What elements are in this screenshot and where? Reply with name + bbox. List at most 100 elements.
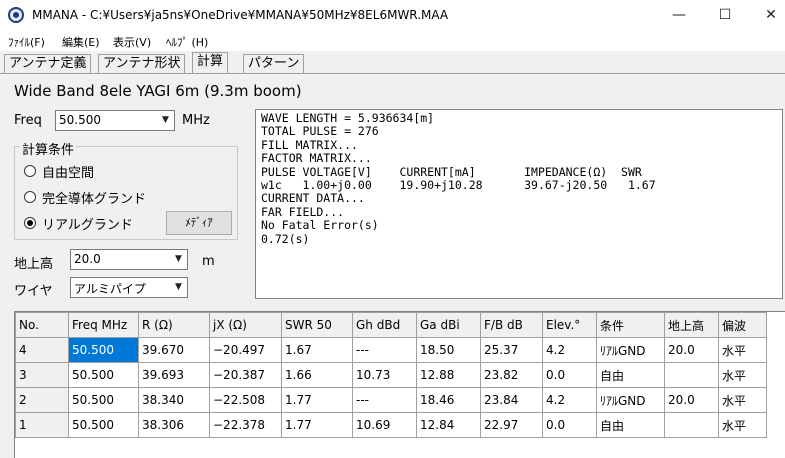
freq-unit: MHz: [182, 113, 210, 128]
table-cell[interactable]: 10.73: [352, 362, 417, 388]
menu-edit[interactable]: 編集(E): [62, 34, 100, 50]
menu-file[interactable]: ﾌｧｲﾙ(F): [8, 34, 45, 50]
column-header[interactable]: F/B dB: [480, 312, 543, 338]
table-cell[interactable]: 2: [15, 387, 69, 413]
table-cell[interactable]: 4.2: [542, 387, 597, 413]
table-cell[interactable]: 自由: [596, 412, 665, 438]
table-cell[interactable]: 23.84: [480, 387, 543, 413]
column-header[interactable]: Elev.°: [542, 312, 597, 338]
menu-help[interactable]: ﾍﾙﾌﾟ (H): [166, 34, 208, 50]
table-cell[interactable]: 18.46: [416, 387, 481, 413]
table-cell[interactable]: [664, 412, 719, 438]
table-cell[interactable]: 39.670: [138, 337, 210, 363]
column-header[interactable]: R (Ω): [138, 312, 210, 338]
chevron-down-icon[interactable]: ▼: [170, 250, 187, 269]
table-cell[interactable]: 水平: [718, 412, 767, 438]
table-cell[interactable]: 23.82: [480, 362, 543, 388]
radio-real-ground-label[interactable]: リアルグランド: [42, 214, 133, 233]
radio-free-space[interactable]: [24, 165, 36, 177]
output-line: WAVE LENGTH = 5.936634[m]: [261, 111, 435, 125]
table-cell[interactable]: 20.0: [664, 387, 719, 413]
height-label: 地上高: [14, 257, 54, 272]
table-cell[interactable]: 0.0: [542, 362, 597, 388]
table-cell[interactable]: −20.497: [209, 337, 282, 363]
column-header[interactable]: Ga dBi: [416, 312, 481, 338]
table-cell[interactable]: 水平: [718, 362, 767, 388]
table-cell[interactable]: 38.306: [138, 412, 210, 438]
table-cell[interactable]: [664, 362, 719, 388]
column-header[interactable]: Gh dBd: [352, 312, 417, 338]
tab-calculation[interactable]: 計算: [192, 52, 229, 74]
column-header[interactable]: 条件: [596, 312, 665, 338]
minimize-button[interactable]: —: [656, 0, 702, 31]
freq-value: 50.500: [59, 113, 101, 127]
table-row[interactable]: 4 50.500 39.670 −20.497 1.67 --- 18.50 2…: [15, 337, 767, 363]
table-cell[interactable]: ---: [352, 387, 417, 413]
table-cell[interactable]: −20.387: [209, 362, 282, 388]
chevron-down-icon[interactable]: ▼: [170, 278, 187, 297]
table-cell[interactable]: 4: [15, 337, 69, 363]
table-row[interactable]: 3 50.500 39.693 −20.387 1.66 10.73 12.88…: [15, 362, 767, 388]
output-line: CURRENT DATA...: [261, 191, 365, 206]
column-header[interactable]: SWR 50: [281, 312, 353, 338]
table-cell[interactable]: 4.2: [542, 337, 597, 363]
table-cell[interactable]: ---: [352, 337, 417, 363]
table-cell[interactable]: 22.97: [480, 412, 543, 438]
table-cell[interactable]: 1.77: [281, 387, 353, 413]
table-cell[interactable]: 水平: [718, 387, 767, 413]
column-header[interactable]: 地上高: [664, 312, 719, 338]
tab-antenna-definition[interactable]: アンテナ定義: [4, 54, 92, 74]
table-cell[interactable]: 50.500: [68, 362, 139, 388]
radio-real-ground[interactable]: [24, 217, 36, 229]
freq-combo[interactable]: 50.500 ▼: [55, 110, 175, 131]
table-cell[interactable]: 10.69: [352, 412, 417, 438]
model-title: Wide Band 8ele YAGI 6m (9.3m boom): [14, 82, 302, 100]
table-cell-selected[interactable]: 50.500: [68, 337, 139, 363]
radio-perfect-ground-label[interactable]: 完全導体グランド: [42, 188, 146, 207]
table-cell[interactable]: 50.500: [68, 412, 139, 438]
table-cell[interactable]: 3: [15, 362, 69, 388]
menu-view[interactable]: 表示(V): [113, 34, 151, 50]
table-cell[interactable]: 1.77: [281, 412, 353, 438]
chevron-down-icon[interactable]: ▼: [157, 111, 174, 130]
tab-pattern[interactable]: パターン: [243, 54, 305, 74]
table-cell[interactable]: 20.0: [664, 337, 719, 363]
column-header[interactable]: Freq MHz: [68, 312, 139, 338]
output-line: PULSE VOLTAGE[V] CURRENT[mA] IMPEDANCE(Ω…: [261, 164, 642, 179]
column-header[interactable]: No.: [15, 312, 69, 338]
close-button[interactable]: ✕: [748, 0, 785, 31]
media-button[interactable]: ﾒﾃﾞｨｱ: [166, 211, 232, 235]
table-cell[interactable]: 25.37: [480, 337, 543, 363]
table-cell[interactable]: 0.0: [542, 412, 597, 438]
table-cell[interactable]: −22.508: [209, 387, 282, 413]
table-cell[interactable]: 12.84: [416, 412, 481, 438]
title-bar: MMANA - C:¥Users¥ja5ns¥OneDrive¥MMANA¥50…: [0, 0, 785, 31]
table-cell[interactable]: 39.693: [138, 362, 210, 388]
tab-antenna-geometry[interactable]: アンテナ形状: [98, 54, 186, 74]
table-cell[interactable]: 自由: [596, 362, 665, 388]
radio-free-space-label[interactable]: 自由空間: [42, 162, 94, 181]
table-cell[interactable]: 38.340: [138, 387, 210, 413]
height-combo[interactable]: 20.0 ▼: [70, 249, 188, 270]
maximize-button[interactable]: ☐: [702, 0, 748, 31]
column-header[interactable]: 偏波: [718, 312, 767, 338]
calculation-output[interactable]: WAVE LENGTH = 5.936634[m] TOTAL PULSE = …: [255, 109, 783, 299]
table-cell[interactable]: 18.50: [416, 337, 481, 363]
table-cell[interactable]: −22.378: [209, 412, 282, 438]
table-cell[interactable]: 50.500: [68, 387, 139, 413]
wire-combo[interactable]: アルミパイプ ▼: [70, 277, 188, 298]
table-cell[interactable]: 水平: [718, 337, 767, 363]
results-table: No. Freq MHz R (Ω) jX (Ω) SWR 50 Gh dBd …: [15, 312, 767, 438]
results-grid[interactable]: No. Freq MHz R (Ω) jX (Ω) SWR 50 Gh dBd …: [14, 311, 785, 458]
table-cell[interactable]: 1.67: [281, 337, 353, 363]
radio-perfect-ground[interactable]: [24, 191, 36, 203]
column-header[interactable]: jX (Ω): [209, 312, 282, 338]
table-row[interactable]: 2 50.500 38.340 −22.508 1.77 --- 18.46 2…: [15, 387, 767, 413]
table-cell[interactable]: 1.66: [281, 362, 353, 388]
table-cell[interactable]: ﾘｱﾙGND: [596, 387, 665, 413]
table-cell[interactable]: 1: [15, 412, 69, 438]
tab-divider: [0, 73, 785, 74]
table-row[interactable]: 1 50.500 38.306 −22.378 1.77 10.69 12.84…: [15, 412, 767, 438]
table-cell[interactable]: ﾘｱﾙGND: [596, 337, 665, 363]
table-cell[interactable]: 12.88: [416, 362, 481, 388]
